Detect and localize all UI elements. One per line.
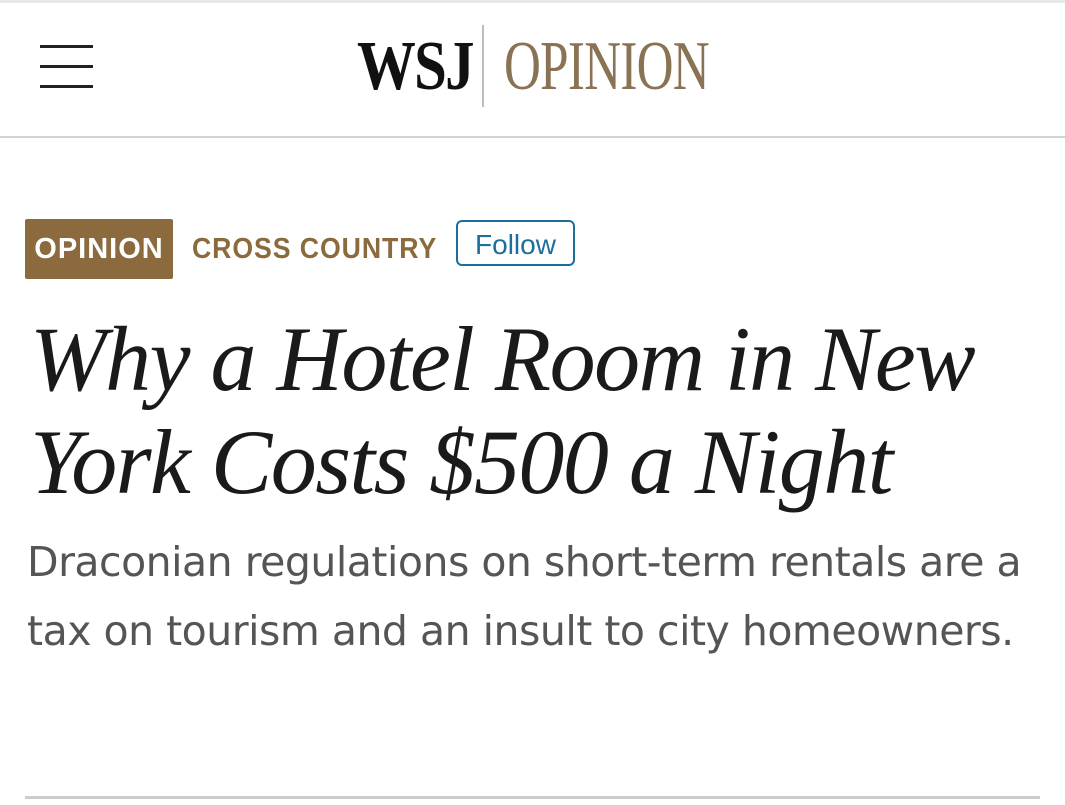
hamburger-menu-icon[interactable]	[40, 45, 93, 89]
article-headline: Why a Hotel Room in New York Costs $500 …	[30, 308, 976, 513]
section-badge[interactable]: OPINION	[25, 219, 173, 279]
masthead: WSJ OPINION	[0, 3, 1065, 138]
menu-line	[40, 85, 93, 88]
opinion-section-logo[interactable]: OPINION	[504, 25, 710, 109]
column-label[interactable]: CROSS COUNTRY	[192, 219, 437, 279]
logo-divider	[482, 25, 484, 107]
menu-line	[40, 45, 93, 48]
follow-button[interactable]: Follow	[456, 220, 575, 266]
section-divider	[25, 796, 1040, 799]
menu-line	[40, 65, 93, 68]
wsj-logo[interactable]: WSJ	[357, 25, 475, 109]
article-dek: Draconian regulations on short-term rent…	[27, 538, 1022, 655]
